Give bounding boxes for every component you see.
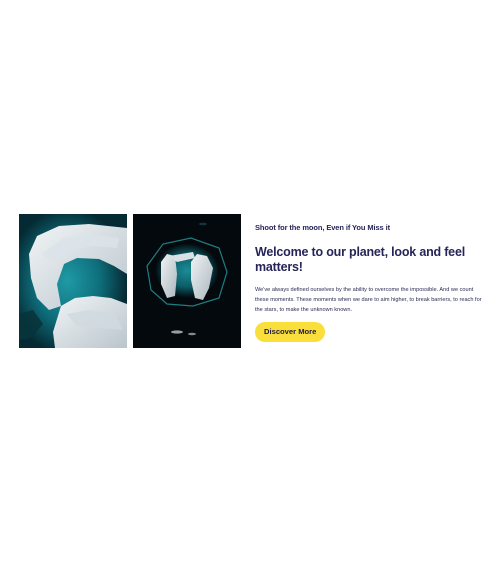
iceberg-illustration-1 [19,214,127,348]
feature-body: We've always defined ourselves by the ab… [255,287,482,313]
feature-content: Shoot for the moon, Even if You Miss it … [255,223,483,342]
feature-eyebrow: Shoot for the moon, Even if You Miss it [255,223,390,232]
feature-headline: Welcome to our planet, look and feel mat… [255,245,465,274]
iceberg-aerial-photo-2 [133,214,241,348]
iceberg-aerial-photo-1 [19,214,127,348]
page: Shoot for the moon, Even if You Miss it … [0,0,500,565]
discover-more-button[interactable]: Discover More [255,322,326,342]
iceberg-illustration-2 [133,214,241,348]
